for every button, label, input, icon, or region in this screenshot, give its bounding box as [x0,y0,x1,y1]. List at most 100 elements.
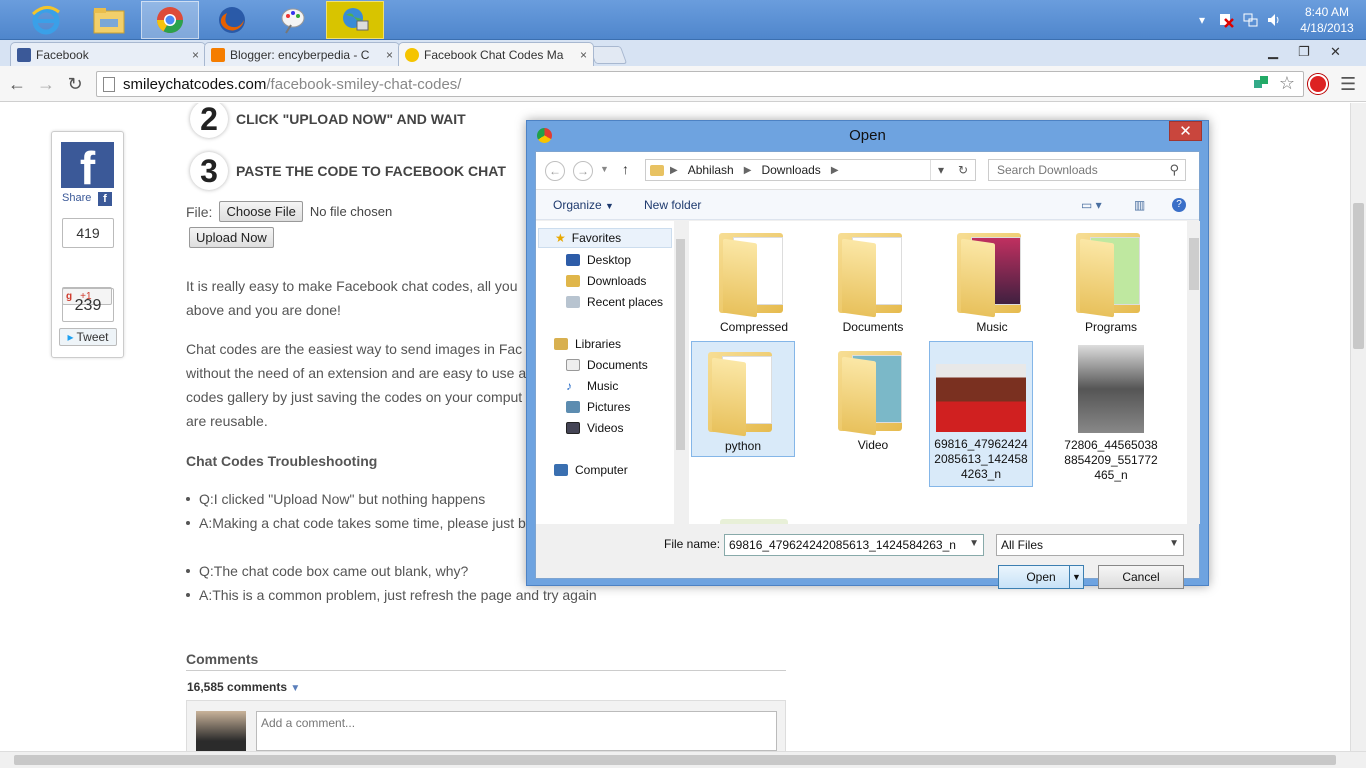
nav-libraries[interactable]: Libraries [554,337,621,351]
facebook-icon [17,47,31,62]
flag-warning-icon[interactable] [1217,11,1235,29]
extension-icon[interactable] [1253,75,1269,91]
chevron-down-icon[interactable]: ▼ [969,538,979,549]
step-number: 2 [190,103,228,138]
refresh-icon[interactable]: ↻ [958,163,968,177]
tab-chat-codes[interactable]: Facebook Chat Codes Ma × [398,42,594,66]
comment-input[interactable]: Add a comment... [256,711,777,751]
search-input[interactable]: Search Downloads ⚲ [988,159,1186,181]
minimize-icon[interactable]: ▁ [1268,42,1278,62]
preview-pane-icon[interactable]: ▥ [1134,198,1145,212]
file-explorer-icon[interactable] [80,1,138,39]
image-file-selected[interactable]: 69816_479624242085613_1424584263_n [929,341,1033,487]
scrollbar-thumb[interactable] [14,755,1336,765]
page-vertical-scrollbar[interactable] [1350,103,1366,751]
internet-explorer-icon[interactable] [17,1,75,39]
organize-button[interactable]: Organize ▼ [553,198,614,212]
close-icon[interactable]: × [580,48,587,62]
choose-file-button[interactable]: Choose File [219,201,303,222]
stop-extension-icon[interactable] [1308,74,1328,94]
chrome-icon[interactable] [141,1,199,39]
facebook-small-icon[interactable]: f [98,192,112,206]
network-icon[interactable] [1241,11,1259,29]
nav-favorites[interactable]: ★ Favorites [538,228,672,248]
up-arrow-icon[interactable]: ↑ [622,161,629,177]
comments-count[interactable]: 16,585 comments ▼ [187,680,300,694]
scrollbar-thumb[interactable] [1189,238,1199,290]
nav-documents[interactable]: Documents [566,358,648,372]
nav-pictures[interactable]: Pictures [566,400,630,414]
window-close-icon[interactable]: ✕ [1330,42,1341,62]
address-bar[interactable]: smileychatcodes.com/facebook-smiley-chat… [96,71,1304,97]
tab-facebook[interactable]: Facebook × [10,42,206,66]
dialog-title: Open [849,127,886,144]
chevron-up-icon[interactable]: ▾ [1193,11,1211,29]
firefox-icon[interactable] [203,1,261,39]
folder-programs[interactable]: Programs [1059,223,1163,335]
file-list-scrollbar[interactable] [1187,221,1200,524]
paint-icon[interactable] [264,1,322,39]
back-icon[interactable]: ← [6,73,28,95]
folder-icon [838,345,908,436]
nav-label: Recent places [587,295,664,309]
folder-python[interactable]: python [691,341,795,457]
dialog-nav-row: ← → ▼ ↑ ▶ Abhilash ▶ Downloads ▶ ▾ ↻ Sea… [536,152,1199,190]
folder-music[interactable]: Music [940,223,1044,335]
cancel-button[interactable]: Cancel [1098,565,1184,589]
clock[interactable]: 8:40 AM 4/18/2013 [1292,4,1362,36]
nav-downloads[interactable]: Downloads [566,274,646,288]
scrollbar-thumb[interactable] [1353,203,1364,349]
image-file[interactable]: 72806_445650388854209_551772465_n [1059,341,1163,487]
command-bar: Organize ▼ New folder ▭ ▾ ▥ ? [536,190,1199,220]
forward-icon[interactable]: → [35,73,57,95]
volume-icon[interactable] [1265,11,1283,29]
nav-music[interactable]: ♪ Music [566,379,618,393]
filename-input[interactable]: 69816_479624242085613_1424584263_n ▼ [724,534,984,556]
back-icon[interactable]: ← [545,161,565,181]
open-button[interactable]: Open ▼ [998,565,1084,589]
nav-desktop[interactable]: Desktop [566,253,631,267]
chevron-down-icon[interactable]: ▾ [938,163,944,177]
facebook-logo-icon[interactable]: f [61,142,114,194]
page-horizontal-scrollbar[interactable] [0,751,1366,768]
star-icon[interactable]: ☆ [1279,73,1295,94]
folder-documents[interactable]: Documents [821,223,925,335]
dialog-close-button[interactable]: ✕ [1169,121,1202,141]
tab-blogger[interactable]: Blogger: encyberpedia - C × [204,42,400,66]
file-name: python [724,439,762,453]
folder-video[interactable]: Video [821,341,925,453]
scrollbar-thumb[interactable] [676,239,685,450]
help-icon[interactable]: ? [1172,198,1186,212]
search-placeholder: Search Downloads [997,163,1098,177]
troubleshooting-heading: Chat Codes Troubleshooting [186,453,378,469]
avatar [196,711,246,751]
address-breadcrumb[interactable]: ▶ Abhilash ▶ Downloads ▶ ▾ ↻ [645,159,976,181]
breadcrumb-item[interactable]: Abhilash [688,163,734,177]
network-app-icon[interactable] [326,1,384,39]
close-icon[interactable]: × [192,48,199,62]
open-dropdown-icon[interactable]: ▼ [1069,566,1083,588]
recent-locations-icon[interactable]: ▼ [600,164,609,174]
nav-label: Downloads [587,274,647,288]
tweet-button[interactable]: ▸ Tweet [59,328,117,346]
forward-icon[interactable]: → [573,161,593,181]
nav-videos[interactable]: Videos [566,421,623,435]
nav-recent[interactable]: Recent places [566,295,663,309]
upload-now-button[interactable]: Upload Now [189,227,274,248]
folder-compressed[interactable]: Compressed [702,223,806,335]
maximize-icon[interactable]: ❐ [1298,42,1310,62]
breadcrumb-item[interactable]: Downloads [761,163,820,177]
view-options-icon[interactable]: ▭ ▾ [1081,198,1102,212]
reload-icon[interactable]: ↻ [64,73,86,95]
page-icon [103,76,115,92]
tab-title: Blogger: encyberpedia - C [230,47,370,62]
new-folder-button[interactable]: New folder [644,198,701,212]
file-type-select[interactable]: All Files ▼ [996,534,1184,556]
new-tab-button[interactable] [588,46,628,64]
nav-computer[interactable]: Computer [554,463,628,477]
share-label[interactable]: Share [62,192,91,204]
nav-scrollbar[interactable] [674,221,688,524]
close-icon[interactable]: × [386,48,393,62]
menu-icon[interactable]: ☰ [1340,74,1356,95]
nav-label: Favorites [571,231,622,245]
